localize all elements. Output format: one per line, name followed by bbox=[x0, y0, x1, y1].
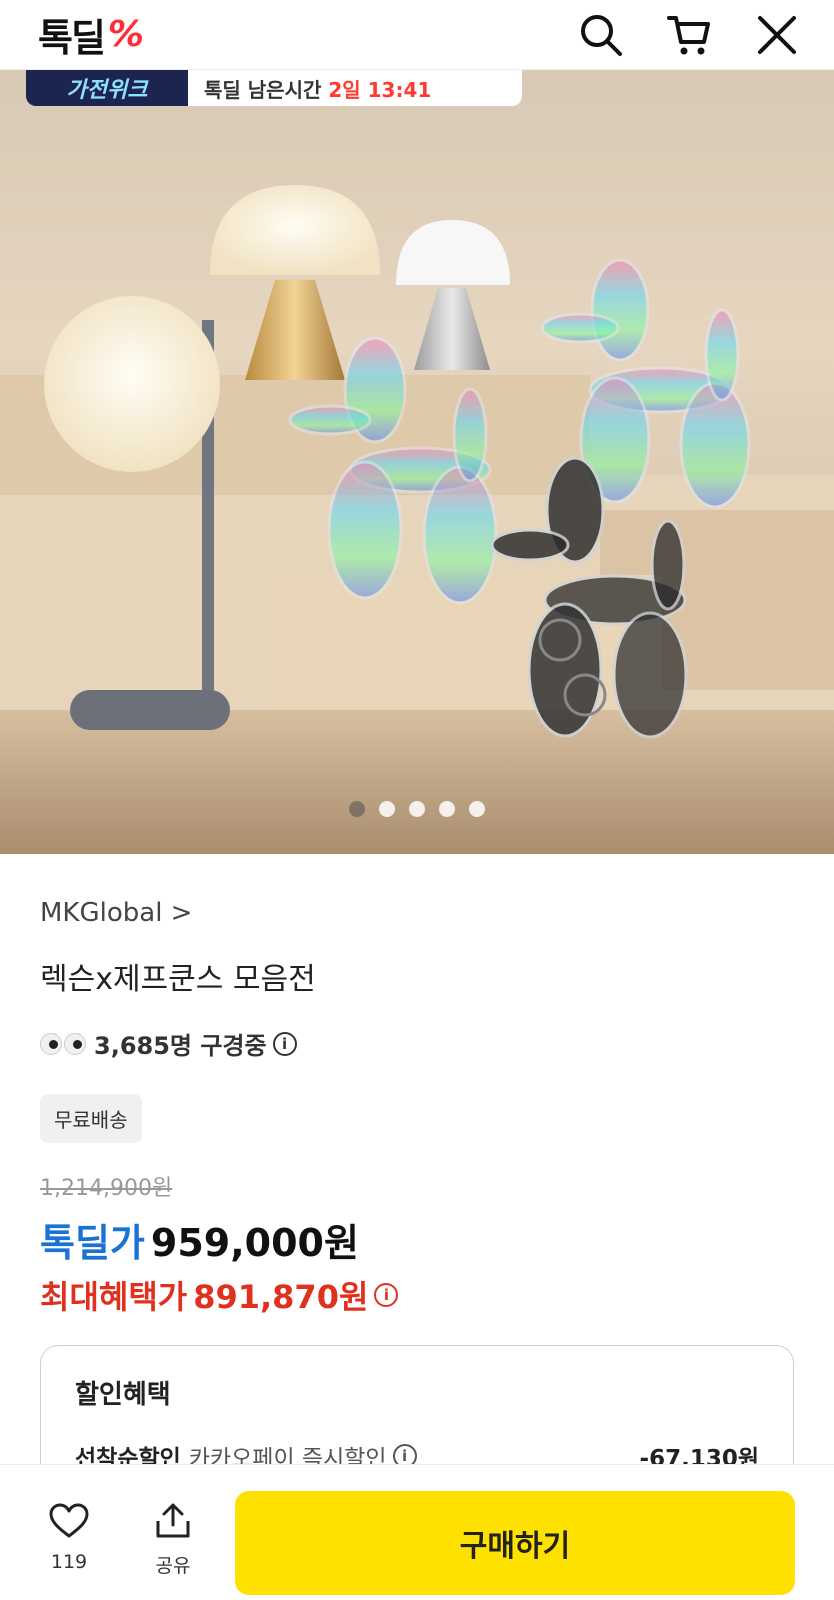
carousel-dot[interactable] bbox=[409, 801, 425, 817]
deal-timer-banner: 가전위크 톡딜 남은시간 2일 13:41 bbox=[26, 70, 522, 106]
deal-price: 톡딜가 959,000원 bbox=[40, 1212, 359, 1267]
info-icon[interactable]: i bbox=[272, 1031, 297, 1056]
share-button[interactable]: 공유 bbox=[128, 1465, 218, 1578]
deal-price-label: 톡딜가 bbox=[40, 1221, 145, 1265]
discount-title: 할인혜택 bbox=[75, 1380, 171, 1410]
search-icon[interactable] bbox=[578, 12, 624, 58]
carousel-indicator bbox=[0, 801, 834, 817]
product-image-carousel[interactable]: 가전위크 톡딜 남은시간 2일 13:41 bbox=[0, 70, 834, 854]
max-benefit-value: 891,870원 bbox=[193, 1278, 369, 1316]
carousel-dot[interactable] bbox=[379, 801, 395, 817]
viewer-count: 3,685명 구경중 i bbox=[40, 1026, 297, 1061]
like-button[interactable]: 119 bbox=[24, 1465, 114, 1573]
carousel-dot[interactable] bbox=[439, 801, 455, 817]
original-price: 1,214,900원 bbox=[40, 1176, 173, 1201]
app-header: 톡딜% bbox=[0, 0, 834, 70]
brand-link[interactable]: MKGlobal > bbox=[40, 898, 192, 928]
bottom-action-bar: 119 공유 구매하기 bbox=[0, 1464, 834, 1600]
share-icon bbox=[156, 1503, 190, 1538]
cart-icon[interactable] bbox=[666, 12, 712, 58]
free-shipping-badge: 무료배송 bbox=[40, 1094, 142, 1143]
deal-timer-text: 톡딜 남은시간 2일 13:41 bbox=[188, 74, 431, 103]
logo-mark: % bbox=[107, 14, 144, 55]
buy-button[interactable]: 구매하기 bbox=[235, 1491, 795, 1595]
timer-value: 2일 13:41 bbox=[328, 77, 432, 102]
timer-prefix: 톡딜 남은시간 bbox=[204, 77, 322, 102]
close-icon[interactable] bbox=[754, 12, 800, 58]
info-icon[interactable]: i bbox=[374, 1283, 399, 1307]
like-count: 119 bbox=[50, 1551, 88, 1573]
viewer-count-text: 3,685명 구경중 bbox=[94, 1032, 267, 1060]
share-label: 공유 bbox=[155, 1555, 191, 1577]
eyes-icon bbox=[40, 1032, 86, 1055]
logo-text: 톡딜 bbox=[38, 16, 106, 60]
max-benefit-label: 최대혜택가 bbox=[40, 1278, 188, 1316]
deal-price-value: 959,000원 bbox=[150, 1221, 359, 1265]
heart-icon bbox=[49, 1503, 89, 1538]
max-benefit-price: 최대혜택가 891,870원 i bbox=[40, 1272, 399, 1318]
product-photo bbox=[44, 185, 751, 739]
product-title: 렉슨x제프쿤스 모음전 bbox=[40, 962, 316, 997]
carousel-dot[interactable] bbox=[349, 801, 365, 817]
carousel-dot[interactable] bbox=[469, 801, 485, 817]
banner-tag: 가전위크 bbox=[26, 70, 188, 106]
talkdeal-logo[interactable]: 톡딜% bbox=[38, 7, 144, 62]
